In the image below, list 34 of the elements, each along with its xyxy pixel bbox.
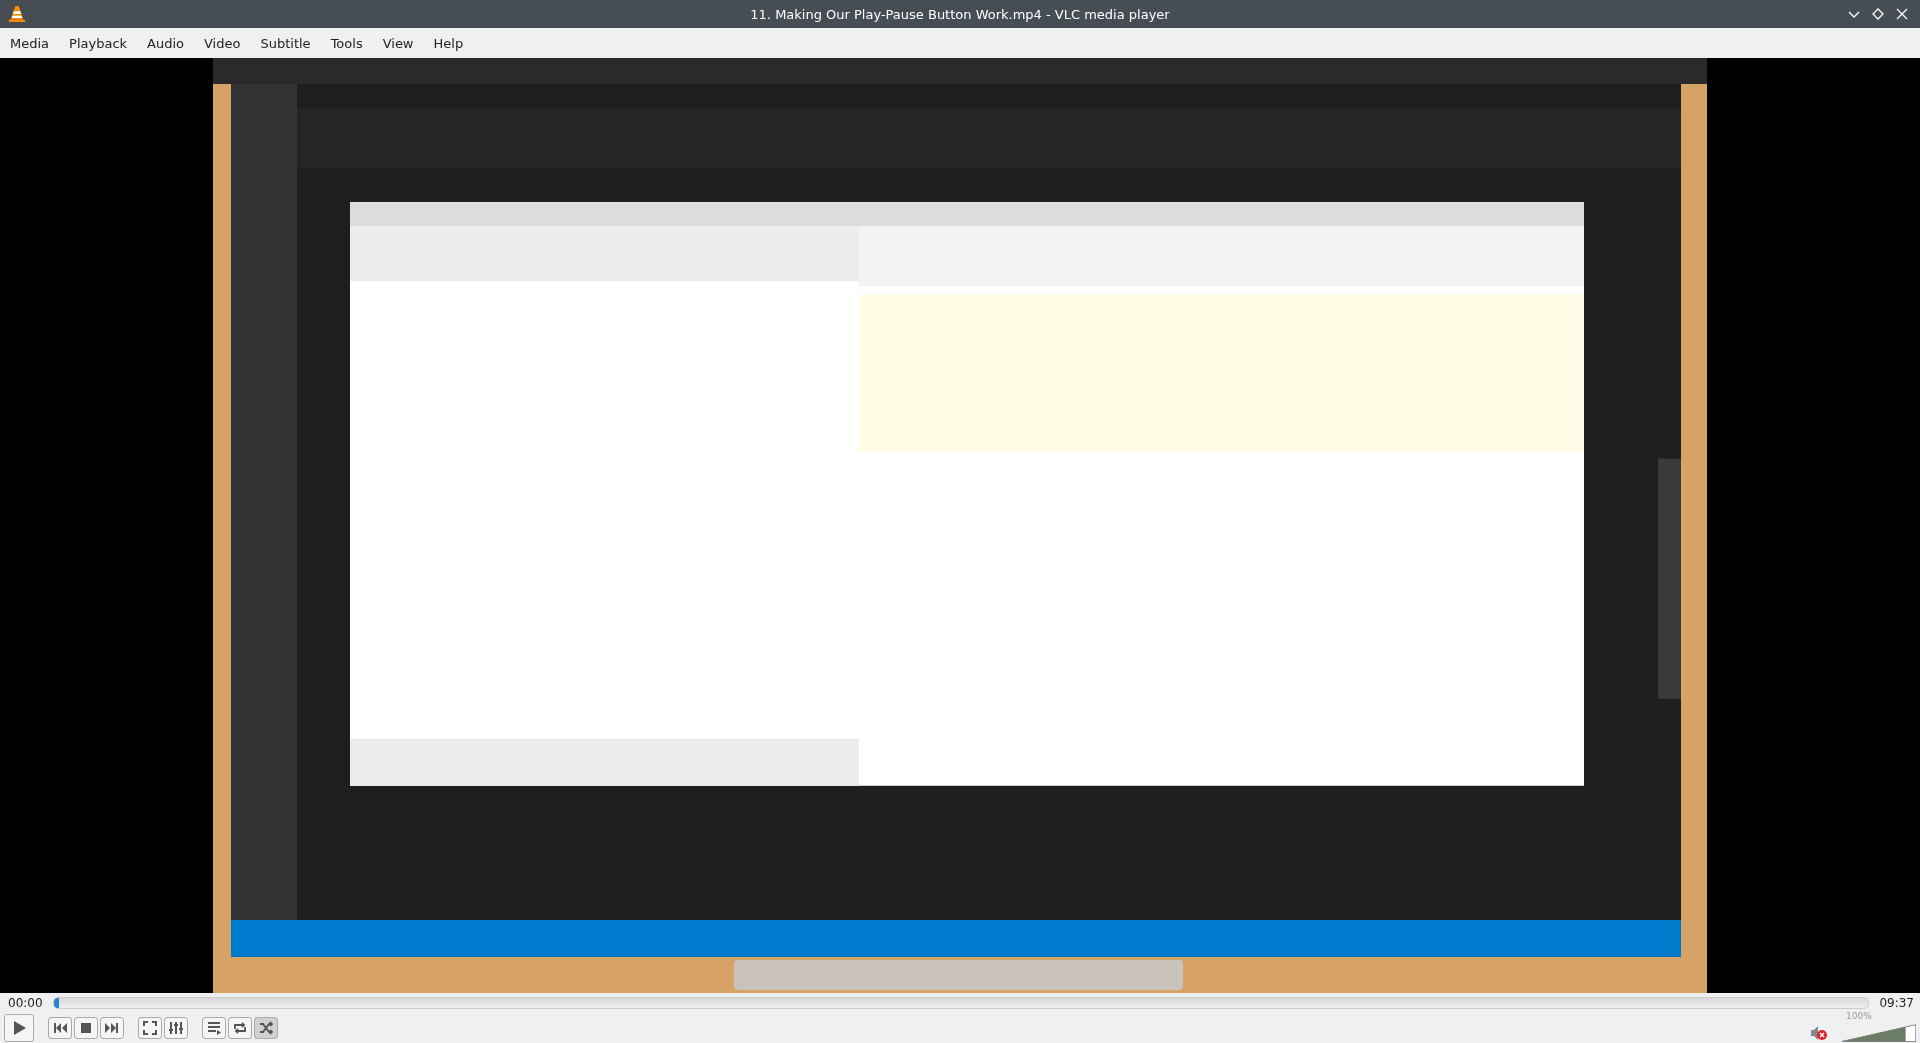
fullscreen-icon	[142, 1020, 158, 1036]
playlist-button[interactable]	[202, 1017, 226, 1039]
menu-item[interactable]: Help	[425, 35, 473, 51]
previous-button[interactable]	[48, 1017, 72, 1039]
menu-item[interactable]: Media	[2, 35, 59, 51]
total-time: 09:37	[1879, 996, 1914, 1010]
fullscreen-button[interactable]	[138, 1017, 162, 1039]
loop-icon	[232, 1020, 248, 1036]
loop-button[interactable]	[228, 1017, 252, 1039]
volume-reading: 100%	[1846, 1011, 1872, 1021]
menu-item[interactable]: Subtitle	[252, 35, 320, 51]
skip-forward-icon	[104, 1020, 120, 1036]
stop-icon	[78, 1020, 94, 1036]
close-icon[interactable]	[1896, 8, 1908, 20]
maximize-icon[interactable]	[1872, 8, 1884, 20]
elapsed-time: 00:00	[8, 996, 43, 1010]
menu-item[interactable]: Tools	[322, 35, 372, 51]
playlist-icon	[206, 1020, 222, 1036]
menu-item[interactable]: View	[374, 35, 423, 51]
shuffle-icon	[258, 1020, 274, 1036]
play-button[interactable]	[4, 1014, 34, 1042]
menu-item[interactable]: Playback	[61, 35, 137, 51]
menu-item[interactable]: Video	[196, 35, 250, 51]
volume-slider[interactable]	[1842, 1024, 1916, 1042]
skip-back-icon	[52, 1020, 68, 1036]
equalizer-button[interactable]	[164, 1017, 188, 1039]
menu-item[interactable]: Audio	[139, 35, 193, 51]
shuffle-button[interactable]	[254, 1017, 278, 1039]
window-title: 11. Making Our Play-Pause Button Work.mp4 - VLC media player	[750, 6, 1170, 22]
next-button[interactable]	[100, 1017, 124, 1039]
traffic-cone-icon	[8, 5, 26, 23]
sliders-icon	[168, 1020, 184, 1036]
stop-button[interactable]	[74, 1017, 98, 1039]
mute-icon[interactable]	[1810, 1025, 1828, 1041]
